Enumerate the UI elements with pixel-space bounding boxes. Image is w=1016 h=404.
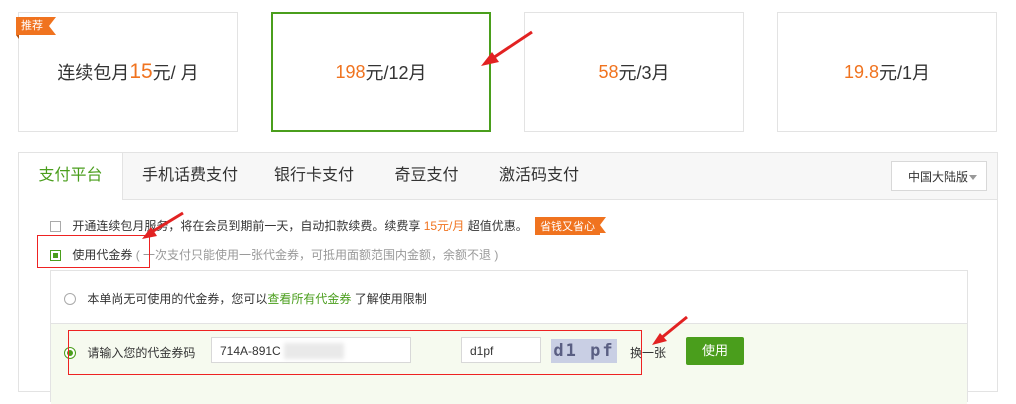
redacted-area — [284, 343, 344, 359]
save-money-tag: 省钱又省心 — [535, 217, 607, 235]
tab-payment-platform[interactable]: 支付平台 — [19, 153, 123, 200]
plan-suffix: 元/1月 — [879, 63, 931, 83]
view-all-vouchers-link[interactable]: 查看所有代金券 — [267, 292, 351, 306]
enter-voucher-radio[interactable] — [64, 347, 76, 359]
voucher-code-value: 714A-891C — [220, 344, 281, 358]
voucher-label: 使用代金券 — [72, 248, 133, 262]
region-select[interactable]: 中国大陆版 — [891, 161, 987, 191]
plan-suffix: 元/3月 — [618, 63, 670, 83]
enter-voucher-option: 请输入您的代金券码 — [64, 344, 195, 361]
tab-mobile-bill[interactable]: 手机话费支付 — [135, 153, 245, 199]
plan-card-monthly-auto[interactable]: 推荐 连续包月 15 元/ 月 — [16, 12, 238, 132]
voucher-enter-area — [51, 323, 967, 404]
no-voucher-text: 本单尚无可使用的代金券，您可以 — [87, 292, 268, 306]
captcha-value: d1pf — [470, 344, 494, 358]
plan-card-1-month[interactable]: 19.8 元/1月 — [777, 12, 997, 132]
use-voucher-button[interactable]: 使用 — [686, 337, 744, 365]
plan-suffix: 元/12月 — [365, 63, 427, 83]
tab-qidou[interactable]: 奇豆支付 — [389, 153, 464, 199]
plan-prefix: 连续包月 — [57, 63, 130, 83]
refresh-captcha-link[interactable]: 换一张 — [630, 344, 666, 361]
autorenew-row: 开通连续包月服务，将在会员到期前一天，自动扣款续费。续费享 15元/月 超值优惠… — [50, 217, 607, 235]
recommend-badge: 推荐 — [16, 17, 56, 39]
autorenew-text: 开通连续包月服务，将在会员到期前一天，自动扣款续费。续费享 — [72, 219, 424, 233]
autorenew-after: 超值优惠。 — [464, 219, 528, 233]
no-voucher-option: 本单尚无可使用的代金券，您可以查看所有代金券 了解使用限制 — [64, 290, 427, 307]
captcha-input[interactable]: d1pf — [461, 337, 541, 363]
autorenew-price: 15元/月 — [423, 219, 465, 233]
plan-price: 198 — [335, 61, 366, 82]
region-label: 中国大陆版 — [908, 170, 969, 184]
tab-activation-code[interactable]: 激活码支付 — [493, 153, 585, 199]
no-voucher-after: 了解使用限制 — [351, 292, 427, 306]
voucher-row: 使用代金券 ( 一次支付只能使用一张代金券，可抵用面额范围内金额，余额不退 ) — [50, 246, 498, 263]
enter-voucher-label: 请输入您的代金券码 — [87, 346, 196, 360]
plan-card-3-month[interactable]: 58 元/3月 — [524, 12, 744, 132]
captcha-image[interactable]: d1 pf — [551, 339, 617, 363]
plan-price: 19.8 — [843, 61, 880, 82]
autorenew-checkbox[interactable] — [50, 221, 61, 232]
plan-price: 58 — [598, 61, 619, 82]
no-voucher-radio[interactable] — [64, 293, 76, 305]
payment-tabs: 支付平台 手机话费支付 银行卡支付 奇豆支付 激活码支付 中国大陆版 — [19, 153, 997, 200]
chevron-down-icon — [969, 175, 977, 180]
plan-card-12-month[interactable]: 198 元/12月 — [271, 12, 491, 132]
plan-price: 15 — [129, 60, 153, 83]
tab-bank-card[interactable]: 银行卡支付 — [269, 153, 359, 199]
plan-suffix: 元/ 月 — [152, 63, 199, 83]
voucher-hint: ( 一次支付只能使用一张代金券，可抵用面额范围内金额，余额不退 ) — [135, 248, 499, 262]
voucher-checkbox[interactable] — [50, 250, 61, 261]
